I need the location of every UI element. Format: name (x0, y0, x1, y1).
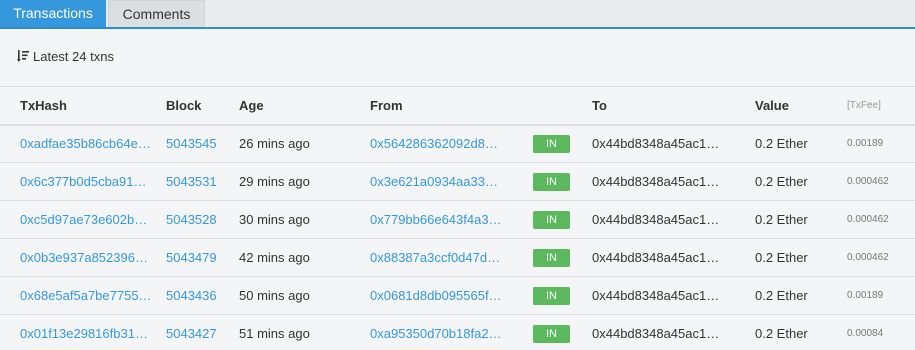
direction-in-badge: IN (533, 324, 570, 343)
from-address-link[interactable]: 0x0681d8db095565f… (370, 288, 502, 303)
age-cell: 30 mins ago (235, 200, 366, 239)
to-address-cell: 0x44bd8348a45ac1… (588, 200, 751, 239)
col-header-age: Age (235, 86, 366, 126)
txfee-cell: 0.00189 (843, 276, 915, 315)
value-cell: 0.2 Ether (751, 200, 843, 239)
table-row: 0xc5d97ae73e602b… 5043528 30 mins ago 0x… (0, 200, 915, 239)
txhash-link[interactable]: 0x6c377b0d5cba91… (20, 174, 147, 189)
table-row: 0x68e5af5a7be7755… 5043436 50 mins ago 0… (0, 276, 915, 315)
age-cell: 50 mins ago (235, 276, 366, 315)
col-header-direction (529, 86, 588, 126)
table-row: 0xadfae35b86cb64e… 5043545 26 mins ago 0… (0, 124, 915, 163)
from-address-link[interactable]: 0x564286362092d8… (370, 136, 498, 151)
txhash-link[interactable]: 0x68e5af5a7be7755… (20, 288, 152, 303)
col-header-value: Value (751, 86, 843, 126)
txfee-cell: 0.00084 (843, 314, 915, 350)
table-row: 0x0b3e937a852396… 5043479 42 mins ago 0x… (0, 238, 915, 277)
age-cell: 26 mins ago (235, 124, 366, 163)
txhash-link[interactable]: 0xadfae35b86cb64e… (20, 136, 151, 151)
tab-comments[interactable]: Comments (108, 0, 205, 27)
from-address-link[interactable]: 0x3e621a0934aa33… (370, 174, 498, 189)
col-header-to: To (588, 86, 751, 126)
from-address-link[interactable]: 0x779bb66e643f4a3… (370, 212, 502, 227)
tab-bar: Transactions Comments (0, 0, 915, 29)
to-address-cell: 0x44bd8348a45ac1… (588, 238, 751, 277)
sort-descending-icon (17, 50, 29, 62)
col-header-txhash: TxHash (0, 86, 162, 126)
value-cell: 0.2 Ether (751, 124, 843, 163)
direction-in-badge: IN (533, 134, 570, 153)
table-row: 0x6c377b0d5cba91… 5043531 29 mins ago 0x… (0, 162, 915, 201)
transactions-table: TxHash Block Age From To Value [TxFee] 0… (0, 86, 915, 350)
txfee-cell: 0.000462 (843, 162, 915, 201)
block-link[interactable]: 5043427 (166, 326, 217, 341)
age-cell: 29 mins ago (235, 162, 366, 201)
tab-transactions[interactable]: Transactions (0, 0, 106, 27)
to-address-cell: 0x44bd8348a45ac1… (588, 162, 751, 201)
txn-summary: Latest 24 txns (17, 47, 114, 65)
col-header-block: Block (162, 86, 235, 126)
txhash-link[interactable]: 0x0b3e937a852396… (20, 250, 148, 265)
block-link[interactable]: 5043436 (166, 288, 217, 303)
from-address-link[interactable]: 0x88387a3ccf0d47d… (370, 250, 500, 265)
to-address-cell: 0x44bd8348a45ac1… (588, 276, 751, 315)
block-link[interactable]: 5043528 (166, 212, 217, 227)
age-cell: 51 mins ago (235, 314, 366, 350)
txhash-link[interactable]: 0x01f13e29816fb31… (20, 326, 148, 341)
block-link[interactable]: 5043545 (166, 136, 217, 151)
col-header-from: From (366, 86, 529, 126)
block-link[interactable]: 5043479 (166, 250, 217, 265)
txfee-cell: 0.000462 (843, 200, 915, 239)
col-header-txfee: [TxFee] (843, 86, 915, 126)
table-header-row: TxHash Block Age From To Value [TxFee] (0, 86, 915, 126)
txhash-link[interactable]: 0xc5d97ae73e602b… (20, 212, 147, 227)
summary-text: Latest 24 txns (33, 48, 114, 64)
txfee-cell: 0.000462 (843, 238, 915, 277)
to-address-cell: 0x44bd8348a45ac1… (588, 314, 751, 350)
direction-in-badge: IN (533, 210, 570, 229)
txfee-cell: 0.00189 (843, 124, 915, 163)
direction-in-badge: IN (533, 248, 570, 267)
value-cell: 0.2 Ether (751, 162, 843, 201)
age-cell: 42 mins ago (235, 238, 366, 277)
to-address-cell: 0x44bd8348a45ac1… (588, 124, 751, 163)
direction-in-badge: IN (533, 172, 570, 191)
block-link[interactable]: 5043531 (166, 174, 217, 189)
value-cell: 0.2 Ether (751, 314, 843, 350)
table-row: 0x01f13e29816fb31… 5043427 51 mins ago 0… (0, 314, 915, 350)
direction-in-badge: IN (533, 286, 570, 305)
from-address-link[interactable]: 0xa95350d70b18fa2… (370, 326, 502, 341)
value-cell: 0.2 Ether (751, 276, 843, 315)
value-cell: 0.2 Ether (751, 238, 843, 277)
